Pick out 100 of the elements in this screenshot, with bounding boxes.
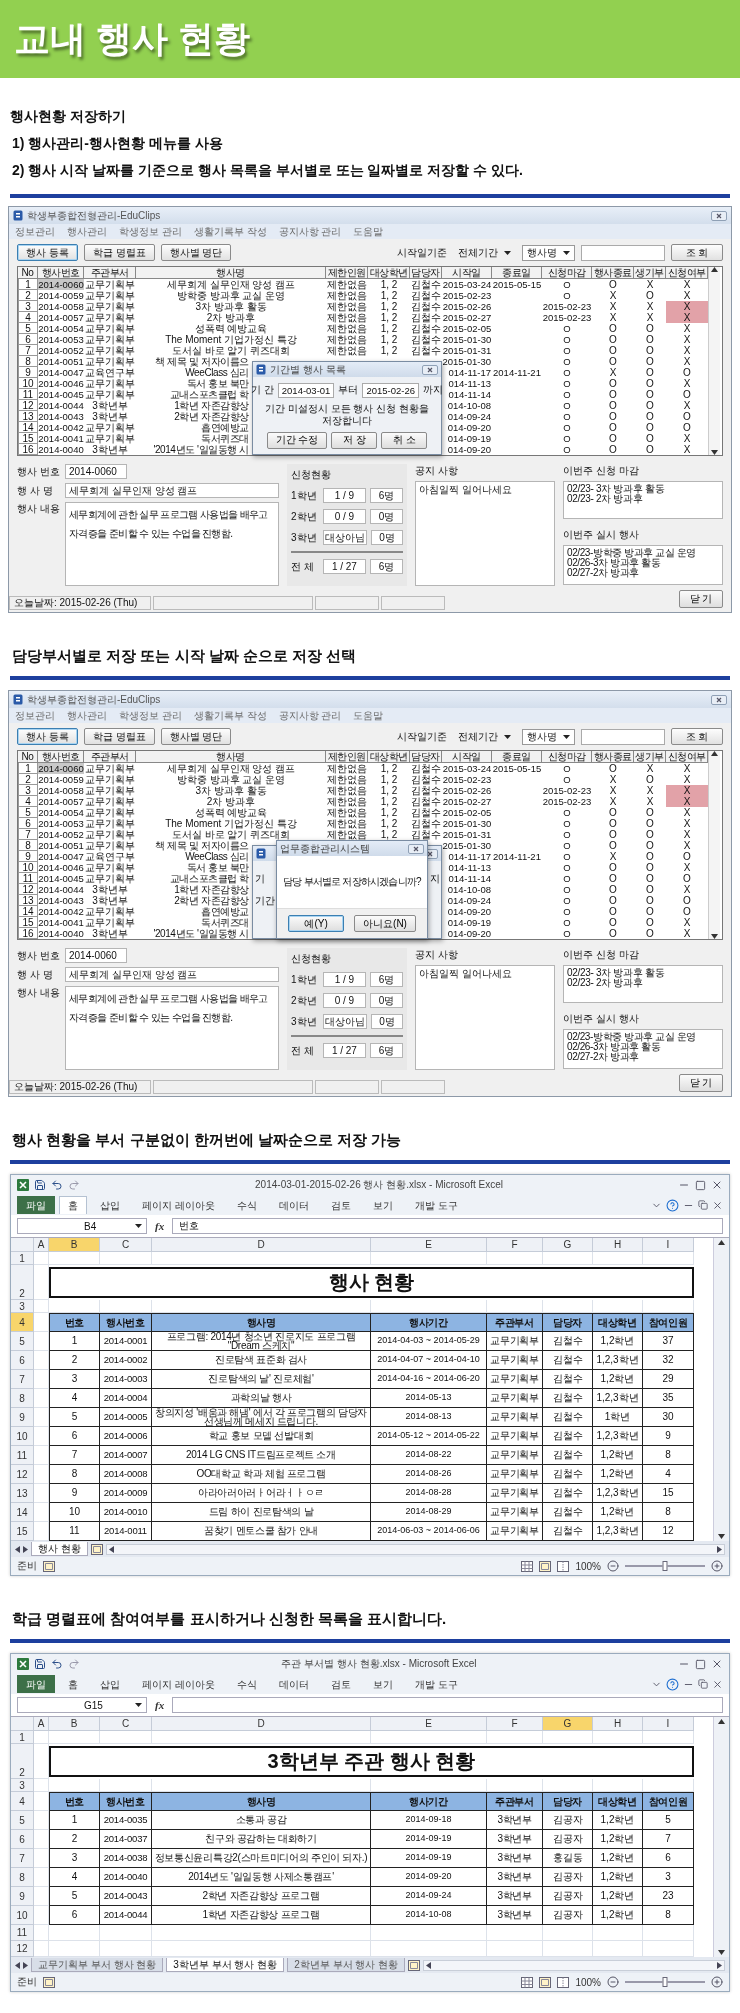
column-header[interactable]: 시작일 — [442, 751, 492, 763]
row-header[interactable]: 14 — [11, 1503, 34, 1522]
horizontal-scrollbar[interactable] — [105, 1543, 725, 1555]
column-header[interactable]: I — [643, 1717, 694, 1731]
column-header[interactable]: H — [593, 1717, 643, 1731]
vertical-scrollbar[interactable] — [713, 1717, 729, 1957]
undo-icon[interactable] — [51, 1179, 63, 1191]
column-header[interactable]: 시작일 — [442, 267, 492, 279]
column-header[interactable]: 신청마감 — [542, 751, 592, 763]
column-header[interactable]: C — [100, 1717, 152, 1731]
notice-field[interactable]: 아침일찍 일어나세요 — [415, 481, 555, 586]
column-header[interactable]: No — [18, 751, 38, 763]
close-button[interactable]: 닫 기 — [679, 590, 723, 608]
ribbon-tab[interactable]: 페이지 레이아웃 — [133, 1196, 224, 1214]
event-name-field[interactable]: 세무회계 실무인재 양성 캠프 — [65, 967, 279, 982]
toolbar-button[interactable]: 학급 명렬표 — [83, 244, 155, 261]
close-icon[interactable] — [712, 1678, 723, 1690]
macro-icon[interactable] — [43, 1976, 55, 1988]
ribbon-tab[interactable]: 데이터 — [269, 1675, 318, 1693]
row-header[interactable]: 7 — [11, 1849, 34, 1868]
scroll-up-icon[interactable] — [718, 1240, 725, 1245]
end-date-field[interactable]: 2015-02-26 — [362, 382, 419, 398]
maximize-icon[interactable] — [695, 1179, 706, 1191]
sheet-tab[interactable]: 교무기획부 부서 행사 현황 — [31, 1958, 164, 1972]
formula-field[interactable] — [172, 1697, 723, 1713]
scroll-down-icon[interactable] — [711, 450, 718, 455]
menu-item[interactable]: 정보관리 — [15, 224, 55, 239]
previous-sheet-icon[interactable] — [15, 1961, 20, 1969]
event-content-field[interactable]: 세무회계에 관한 실무 프로그램 사용법을 배우고 자격증을 준비할 수 있는 수업을 진행함. — [65, 502, 279, 586]
sheet-tab[interactable]: 3학년부 부서 행사 현황 — [166, 1958, 285, 1972]
ribbon-tab[interactable]: 보기 — [363, 1675, 402, 1693]
scroll-up-icon[interactable] — [711, 751, 718, 756]
menu-item[interactable]: 공지사항 관리 — [278, 224, 342, 239]
scroll-right-icon[interactable] — [717, 1545, 722, 1553]
field-dropdown[interactable]: 행사명 — [522, 244, 575, 261]
zoom-in-icon[interactable] — [711, 1560, 723, 1572]
scroll-up-icon[interactable] — [711, 267, 718, 272]
column-header[interactable]: I — [643, 1238, 694, 1252]
period-dropdown[interactable]: 전체기간 — [453, 244, 516, 261]
help-icon[interactable] — [666, 1198, 679, 1212]
function-label[interactable]: fx — [149, 1699, 171, 1711]
formula-field[interactable]: 번호 — [172, 1218, 723, 1234]
ribbon-tab[interactable]: 파일 — [17, 1675, 55, 1693]
notice-field[interactable]: 아침일찍 일어나세요 — [415, 965, 555, 1070]
column-header[interactable]: 대상학년 — [368, 751, 410, 763]
column-header[interactable]: C — [100, 1238, 152, 1252]
vertical-scrollbar[interactable] — [708, 751, 720, 939]
dialog-button[interactable]: 아니요(N) — [354, 915, 416, 932]
ribbon-tab[interactable]: 개발 도구 — [405, 1196, 467, 1214]
maximize-icon[interactable] — [695, 1658, 706, 1670]
column-header[interactable]: 제한인원 — [326, 267, 368, 279]
search-button[interactable]: 조 회 — [671, 728, 723, 745]
close-icon[interactable] — [711, 1658, 723, 1670]
row-header[interactable]: 11 — [11, 1925, 34, 1941]
ribbon-tab[interactable]: 페이지 레이아웃 — [133, 1675, 224, 1693]
search-button[interactable]: 조 회 — [671, 244, 723, 261]
ribbon-tab[interactable]: 삽입 — [91, 1675, 129, 1693]
row-header[interactable]: 5 — [11, 1332, 34, 1351]
previous-sheet-icon[interactable] — [15, 1545, 20, 1553]
close-icon[interactable] — [711, 1179, 723, 1191]
start-date-field[interactable]: 2014-03-01 — [277, 382, 335, 398]
column-header[interactable]: F — [487, 1238, 543, 1252]
row-header[interactable]: 4 — [11, 1313, 34, 1332]
event-name-field[interactable]: 세무회계 실무인재 양성 캠프 — [65, 483, 279, 498]
close-icon[interactable] — [711, 694, 727, 705]
menu-item[interactable]: 학생정보 관리 — [119, 224, 182, 239]
column-header[interactable]: 주관부서 — [84, 267, 136, 279]
next-sheet-icon[interactable] — [23, 1545, 28, 1553]
column-header[interactable]: 대상학년 — [368, 267, 410, 279]
row-header[interactable]: 6 — [11, 1351, 34, 1370]
row-header[interactable]: 2 — [11, 1744, 34, 1779]
row-header[interactable]: 13 — [11, 1484, 34, 1503]
name-box[interactable]: B4 — [17, 1218, 147, 1234]
column-header[interactable]: B — [49, 1717, 100, 1731]
new-sheet-icon[interactable] — [408, 1959, 421, 1971]
period-dropdown[interactable]: 전체기간 — [453, 728, 516, 745]
name-box[interactable]: G15 — [17, 1697, 147, 1713]
close-button[interactable]: 닫 기 — [679, 1074, 723, 1092]
column-header[interactable]: B — [49, 1238, 100, 1252]
next-sheet-icon[interactable] — [23, 1961, 28, 1969]
column-header[interactable]: 행사종료 — [592, 751, 634, 763]
column-header[interactable]: 종료일 — [492, 267, 542, 279]
row-header[interactable]: 6 — [11, 1830, 34, 1849]
toolbar-button[interactable]: 행사 등록 — [17, 728, 78, 745]
row-header[interactable]: 8 — [11, 1389, 34, 1408]
menu-item[interactable]: 도움말 — [353, 224, 384, 239]
scroll-down-icon[interactable] — [711, 934, 718, 939]
ribbon-tab[interactable]: 검토 — [321, 1675, 360, 1693]
column-header[interactable]: 담당자 — [410, 751, 442, 763]
scroll-up-icon[interactable] — [718, 1719, 725, 1724]
undo-icon[interactable] — [51, 1658, 63, 1670]
column-header[interactable]: 행사번호 — [38, 751, 84, 763]
scroll-down-icon[interactable] — [718, 1950, 725, 1955]
row-header[interactable]: 15 — [11, 1522, 34, 1541]
column-header[interactable]: 제한인원 — [326, 751, 368, 763]
dialog-button[interactable]: 예(Y) — [288, 915, 345, 932]
function-label[interactable]: fx — [149, 1220, 171, 1232]
menu-item[interactable]: 행사관리 — [67, 708, 107, 723]
menu-item[interactable]: 공지사항 관리 — [278, 708, 342, 723]
column-header[interactable]: 종료일 — [492, 751, 542, 763]
